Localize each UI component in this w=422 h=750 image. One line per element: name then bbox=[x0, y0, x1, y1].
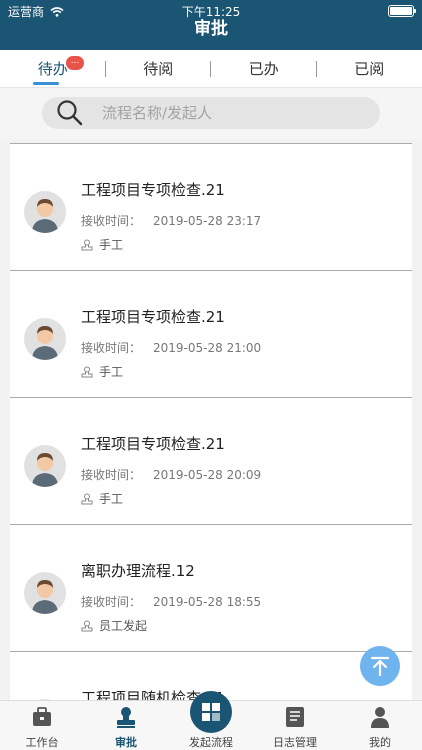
page-title: 审批 bbox=[194, 19, 228, 39]
list-item[interactable]: 离职办理流程.12 接收时间： 2019-05-28 18:55 员工发起 bbox=[10, 525, 412, 652]
stamp-icon bbox=[81, 493, 93, 504]
tab-todo[interactable]: 待办 bbox=[0, 50, 106, 87]
search-area bbox=[0, 89, 422, 139]
person-icon bbox=[371, 707, 389, 728]
item-time: 接收时间： 2019-05-28 21:00 bbox=[81, 339, 261, 356]
type-label: 手工 bbox=[99, 238, 124, 252]
time-label: 接收时间： bbox=[81, 595, 142, 609]
avatar bbox=[24, 572, 66, 614]
nav-mine[interactable]: 我的 bbox=[338, 701, 422, 750]
top-bar: 运营商 下午11:25 审批 bbox=[0, 0, 422, 50]
stamp-icon bbox=[117, 707, 135, 728]
briefcase-icon bbox=[33, 707, 51, 726]
item-time: 接收时间： 2019-05-28 23:17 bbox=[81, 212, 261, 229]
item-type: 手工 bbox=[81, 490, 123, 507]
nav-label: 日志管理 bbox=[273, 736, 317, 749]
item-title: 离职办理流程.12 bbox=[81, 562, 195, 580]
nav-approval[interactable]: 审批 bbox=[84, 701, 168, 750]
avatar bbox=[24, 445, 66, 487]
nav-workbench[interactable]: 工作台 bbox=[0, 701, 84, 750]
tab-to-read[interactable]: 待阅 bbox=[106, 50, 212, 87]
grid-icon bbox=[202, 703, 220, 721]
tab-divider bbox=[105, 61, 106, 77]
approval-list: 工程项目专项检查.21 接收时间： 2019-05-28 23:17 手工 工程项… bbox=[10, 143, 412, 700]
type-label: 手工 bbox=[99, 492, 124, 506]
search-input[interactable] bbox=[102, 104, 342, 122]
todo-badge: ... bbox=[66, 56, 84, 70]
tab-done[interactable]: 已办 bbox=[211, 50, 317, 87]
stamp-icon bbox=[81, 366, 93, 377]
back-to-top-button[interactable] bbox=[360, 646, 400, 686]
item-type: 手工 bbox=[81, 363, 123, 380]
avatar bbox=[24, 191, 66, 233]
item-type: 员工发起 bbox=[81, 617, 147, 634]
item-title: 工程项目专项检查.21 bbox=[81, 435, 225, 453]
list-item[interactable]: 工程项目专项检查.21 接收时间： 2019-05-28 23:17 手工 bbox=[10, 144, 412, 271]
tab-divider bbox=[316, 61, 317, 77]
item-type: 手工 bbox=[81, 236, 123, 253]
nav-label: 工作台 bbox=[25, 736, 59, 749]
time-label: 接收时间： bbox=[81, 468, 142, 482]
type-label: 手工 bbox=[99, 365, 124, 379]
nav-label: 发起流程 bbox=[189, 736, 233, 749]
item-title: 工程项目专项检查.21 bbox=[81, 181, 225, 199]
item-title: 工程项目专项检查.21 bbox=[81, 308, 225, 326]
nav-label: 审批 bbox=[115, 736, 137, 749]
stamp-icon bbox=[81, 239, 93, 250]
tab-divider bbox=[210, 61, 211, 77]
list-item[interactable]: 工程项目专项检查.21 接收时间： 2019-05-28 20:09 手工 bbox=[10, 398, 412, 525]
nav-label: 我的 bbox=[369, 736, 391, 749]
item-time: 接收时间： 2019-05-28 18:55 bbox=[81, 593, 261, 610]
time-value: 2019-05-28 21:00 bbox=[153, 341, 262, 355]
time-value: 2019-05-28 18:55 bbox=[153, 595, 262, 609]
document-icon bbox=[286, 707, 304, 727]
item-time: 接收时间： 2019-05-28 20:09 bbox=[81, 466, 261, 483]
start-process-button[interactable] bbox=[190, 691, 232, 733]
time-label: 接收时间： bbox=[81, 341, 142, 355]
nav-log-management[interactable]: 日志管理 bbox=[253, 701, 337, 750]
tab-read[interactable]: 已阅 bbox=[317, 50, 422, 87]
search-box bbox=[42, 97, 380, 129]
nav-start-process[interactable]: 发起流程 bbox=[169, 691, 253, 750]
bottom-nav: 工作台 审批 发起流程 日志管理 我的 bbox=[0, 691, 422, 750]
avatar bbox=[24, 318, 66, 360]
time-value: 2019-05-28 20:09 bbox=[153, 468, 262, 482]
tab-bar: 待办 待阅 已办 已阅 ... bbox=[0, 50, 422, 88]
time-label: 接收时间： bbox=[81, 214, 142, 228]
arrow-up-icon bbox=[370, 656, 390, 677]
time-value: 2019-05-28 23:17 bbox=[153, 214, 262, 228]
stamp-icon bbox=[81, 620, 93, 631]
search-icon bbox=[57, 100, 83, 126]
type-label: 员工发起 bbox=[99, 619, 148, 633]
list-item[interactable]: 工程项目专项检查.21 接收时间： 2019-05-28 21:00 手工 bbox=[10, 271, 412, 398]
